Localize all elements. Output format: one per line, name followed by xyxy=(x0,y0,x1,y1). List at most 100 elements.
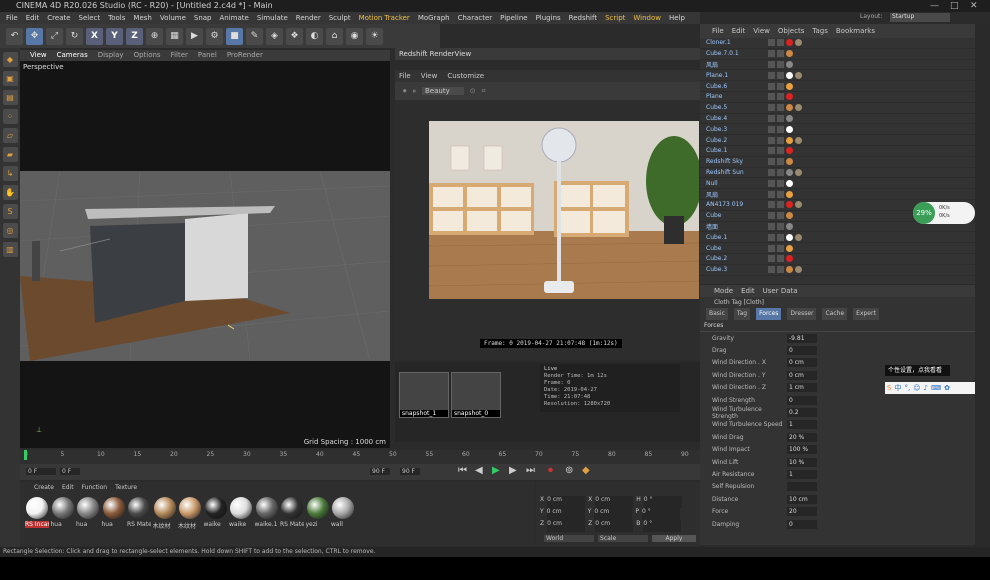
attribute-tab[interactable]: Basic xyxy=(706,308,728,320)
current-frame-field[interactable]: 0 F xyxy=(60,468,80,475)
next-frame-icon[interactable]: ▶ xyxy=(509,465,517,476)
menu-item[interactable]: Character xyxy=(458,12,493,24)
scene-icon[interactable]: ⌂ xyxy=(326,27,343,45)
object-row[interactable]: Cube xyxy=(700,243,975,254)
attribute-value[interactable]: 0 cm xyxy=(787,370,817,380)
material-tag-icon[interactable] xyxy=(795,233,802,241)
record-key-icon[interactable]: ⏺ xyxy=(548,465,553,476)
coord-value[interactable]: 0 cm xyxy=(594,508,633,520)
visibility-toggle[interactable] xyxy=(777,125,784,133)
object-row[interactable]: Cube.4 xyxy=(700,114,975,125)
material-tag-icon[interactable] xyxy=(795,71,802,79)
attribute-value[interactable]: 0 xyxy=(787,395,817,405)
pen-icon[interactable]: ✎ xyxy=(246,27,263,45)
pause-icon[interactable]: ⏸ xyxy=(413,87,417,96)
maximize-icon[interactable]: □ xyxy=(950,0,959,12)
material-tag-icon[interactable] xyxy=(795,136,802,144)
keyframe-icon[interactable]: ◆ xyxy=(582,465,590,476)
visibility-toggle[interactable] xyxy=(768,125,775,133)
attribute-value[interactable]: 0 xyxy=(787,346,817,356)
attribute-value[interactable]: 1 cm xyxy=(787,383,817,393)
material-ball[interactable] xyxy=(153,497,176,519)
edges-mode-icon[interactable]: ▱ xyxy=(2,128,18,143)
material-ball[interactable] xyxy=(281,497,303,519)
visibility-toggle[interactable] xyxy=(768,179,775,187)
apply-button[interactable]: Apply xyxy=(652,535,696,542)
menu-item[interactable]: Pipeline xyxy=(500,12,527,24)
coord-value[interactable]: 0 cm xyxy=(546,508,585,520)
menu-item[interactable]: File xyxy=(6,12,18,24)
tag-icon[interactable] xyxy=(786,158,793,166)
attribute-menu-item[interactable]: Mode xyxy=(714,285,733,297)
visibility-toggle[interactable] xyxy=(777,190,784,198)
cube-icon[interactable]: ■ xyxy=(226,27,243,45)
object-manager-tab[interactable]: Tags xyxy=(812,24,828,38)
visibility-toggle[interactable] xyxy=(777,71,784,79)
attribute-tab[interactable]: Cache xyxy=(822,308,848,320)
tag-icon[interactable] xyxy=(786,136,793,144)
attribute-value[interactable]: 0 xyxy=(787,519,817,529)
object-row[interactable]: Cube.2 xyxy=(700,135,975,146)
prev-frame-icon[interactable]: ◀ xyxy=(475,465,483,476)
scale-tool-icon[interactable]: ⤢ xyxy=(46,27,63,45)
visibility-toggle[interactable] xyxy=(768,71,775,79)
snapshot-thumb[interactable]: snapshot_1 xyxy=(399,372,449,418)
coord-value[interactable]: 0 cm xyxy=(547,496,586,508)
object-row[interactable]: Cube.2 xyxy=(700,254,975,265)
tag-icon[interactable] xyxy=(786,233,793,241)
axis-y-icon[interactable]: Y xyxy=(106,27,123,45)
renderview-menu-item[interactable]: File xyxy=(399,70,411,82)
last-frame-icon[interactable]: ⏭ xyxy=(526,465,535,476)
play-icon[interactable]: ▶ xyxy=(492,465,500,476)
visibility-toggle[interactable] xyxy=(768,158,775,166)
attribute-value[interactable]: 100 % xyxy=(787,445,817,455)
material-ball[interactable] xyxy=(230,497,252,519)
texture-mode-icon[interactable]: ▤ xyxy=(2,90,18,105)
camera-icon[interactable]: ◉ xyxy=(346,27,363,45)
tag-icon[interactable] xyxy=(786,60,793,68)
close-icon[interactable]: ✕ xyxy=(970,0,978,12)
object-row[interactable]: Cube.1 xyxy=(700,146,975,157)
material-ball[interactable] xyxy=(204,497,227,519)
attribute-tab[interactable]: Forces xyxy=(756,308,782,320)
visibility-toggle[interactable] xyxy=(777,233,784,241)
material-ball[interactable] xyxy=(255,497,278,519)
subdivision-icon[interactable]: ◈ xyxy=(266,27,283,45)
material-ball[interactable] xyxy=(332,497,354,519)
menu-item[interactable]: Sculpt xyxy=(329,12,351,24)
viewport-menu-item[interactable]: View xyxy=(30,50,47,61)
end-frame-field[interactable]: 90 F xyxy=(370,468,390,475)
visibility-toggle[interactable] xyxy=(777,201,784,209)
renderview-menu-item[interactable]: Customize xyxy=(447,70,484,82)
attribute-value[interactable]: 0 cm xyxy=(787,358,817,368)
coord-mode-select[interactable]: World xyxy=(544,535,594,542)
ime-mic-icon[interactable]: ♪ xyxy=(924,384,928,392)
attribute-value[interactable]: 10 % xyxy=(787,457,817,467)
tag-icon[interactable] xyxy=(786,93,793,101)
attribute-value[interactable]: 0.2 xyxy=(787,408,817,418)
tag-icon[interactable] xyxy=(786,114,793,122)
menu-item[interactable]: Create xyxy=(47,12,70,24)
object-row[interactable]: Cube.1 xyxy=(700,232,975,244)
visibility-toggle[interactable] xyxy=(777,158,784,166)
object-row[interactable]: 风扇 xyxy=(700,189,975,200)
attribute-value[interactable]: 20 % xyxy=(787,432,817,442)
object-manager-tab[interactable]: Objects xyxy=(778,24,804,38)
material-tag-icon[interactable] xyxy=(795,168,802,176)
object-row[interactable]: Cloner.1 xyxy=(700,38,975,49)
menu-item[interactable]: Tools xyxy=(108,12,125,24)
ime-lang[interactable]: 中 xyxy=(894,383,901,393)
viewport-menu-item[interactable]: Display xyxy=(98,50,124,61)
material-tag-icon[interactable] xyxy=(795,201,802,209)
visibility-toggle[interactable] xyxy=(768,168,775,176)
preset-select[interactable]: Beauty xyxy=(422,87,464,95)
tag-icon[interactable] xyxy=(786,222,793,230)
viewport-menu-item[interactable]: Panel xyxy=(198,50,217,61)
first-frame-icon[interactable]: ⏮ xyxy=(458,465,467,476)
attribute-value[interactable]: 20 xyxy=(787,507,817,517)
viewport-menu-item[interactable]: Cameras xyxy=(57,50,88,61)
coord-scale-select[interactable]: Scale xyxy=(598,535,648,542)
object-row[interactable]: 风扇 xyxy=(700,60,975,71)
snap-icon[interactable]: S xyxy=(2,204,18,219)
visibility-toggle[interactable] xyxy=(777,212,784,220)
